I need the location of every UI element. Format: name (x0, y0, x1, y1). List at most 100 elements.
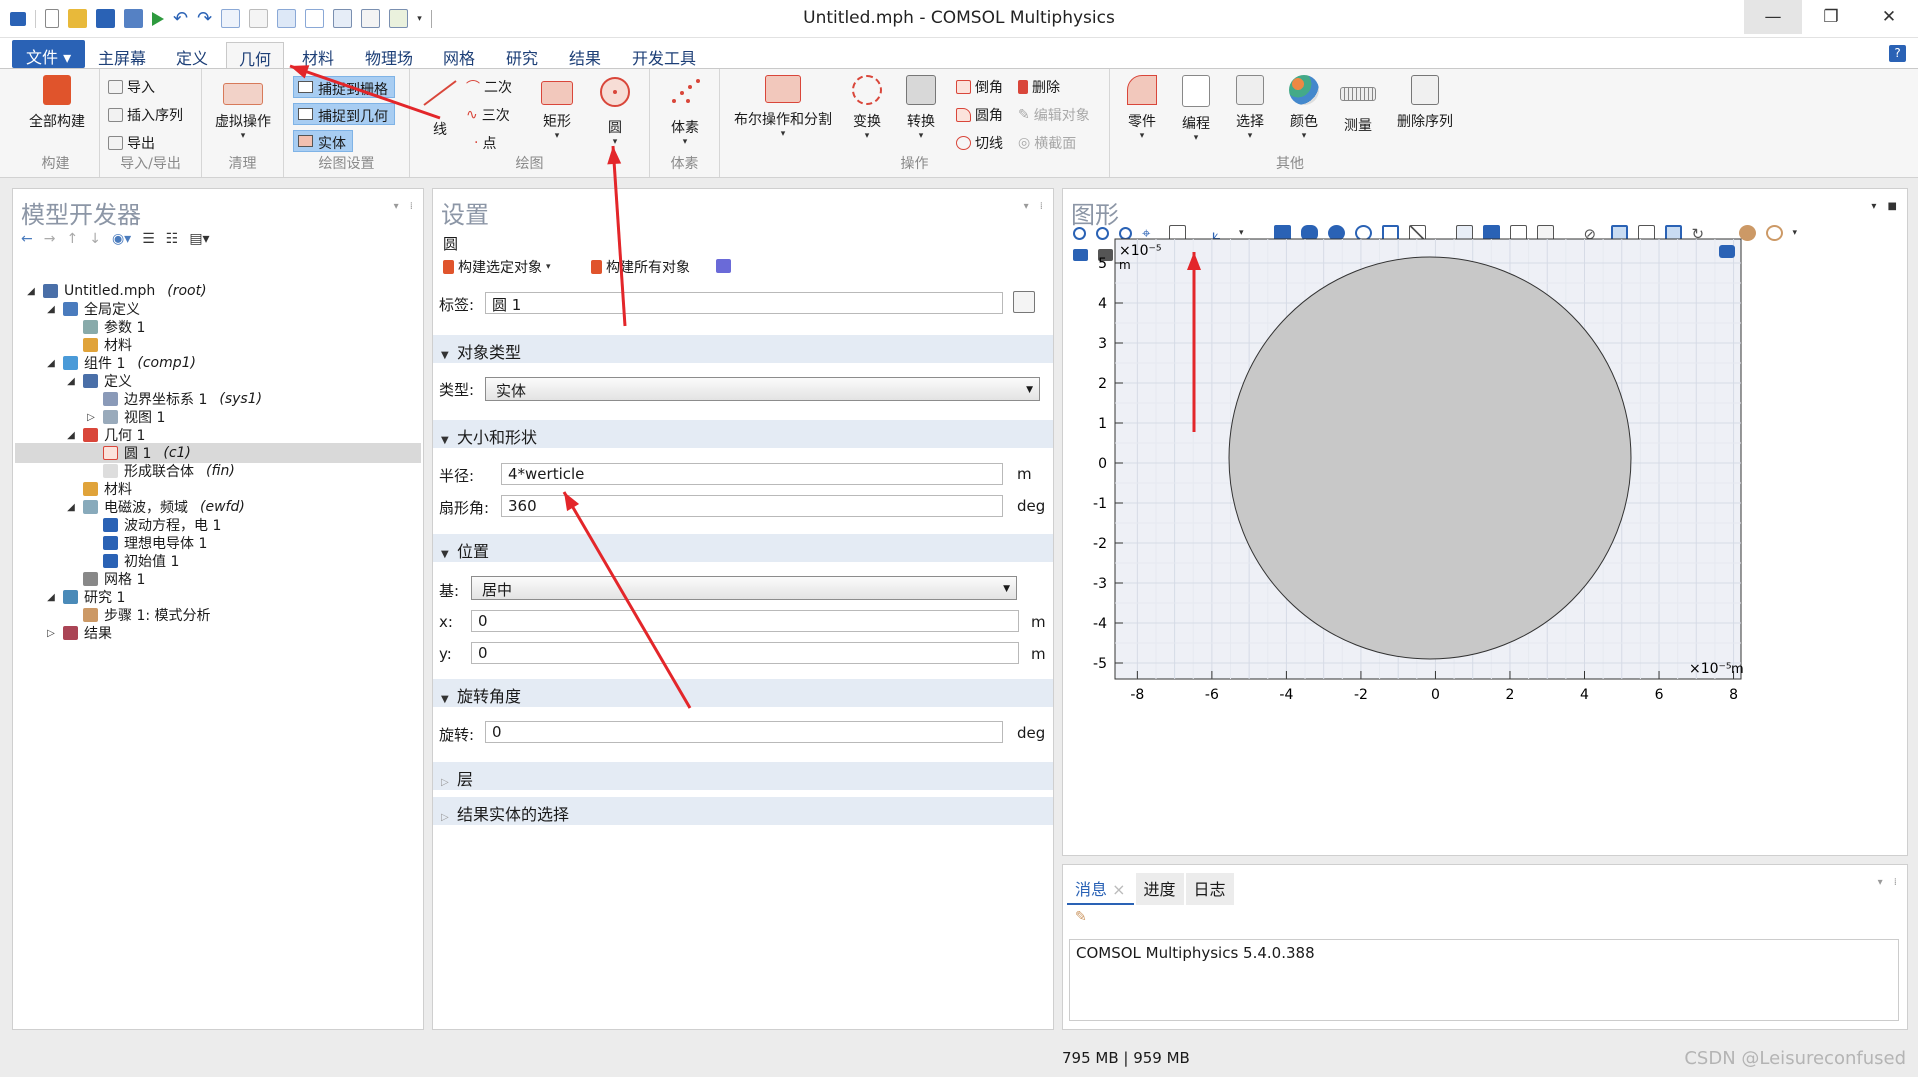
color-button[interactable]: 颜色 ▾ (1282, 75, 1326, 141)
snap-geometry-toggle[interactable]: 捕捉到几何 (293, 103, 395, 125)
rotation-input[interactable]: 0 (485, 721, 1003, 743)
programming-button[interactable]: 编程 ▾ (1174, 75, 1218, 143)
graphics-sync-icon[interactable] (716, 259, 731, 273)
fillet-button[interactable]: 圆角 (956, 105, 1003, 125)
import-button[interactable]: 导入 (108, 77, 155, 97)
section-object-type[interactable]: ▼ 对象类型 (433, 335, 1053, 363)
expander-icon[interactable]: ◢ (25, 286, 37, 297)
expander-icon[interactable]: ◢ (45, 304, 57, 315)
tab-geometry[interactable]: 几何 (226, 42, 285, 69)
forward-icon[interactable]: → (44, 231, 56, 247)
help-icon[interactable]: ? (1889, 45, 1906, 62)
chamfer-button[interactable]: 倒角 (956, 77, 1003, 97)
section-layers[interactable]: ▷ 层 (433, 762, 1053, 790)
expander-icon[interactable]: ◢ (65, 376, 77, 387)
tab-results[interactable]: 结果 (557, 42, 613, 68)
tree-node[interactable]: ◢ 几何 1 (65, 426, 145, 444)
type-select[interactable]: 实体 ▼ (485, 377, 1040, 401)
tree-node[interactable]: 网格 1 (65, 570, 145, 588)
tree-node[interactable]: ◢ 全局定义 (45, 300, 140, 318)
parts-button[interactable]: 零件 ▾ (1120, 75, 1164, 141)
graphics-canvas[interactable]: -8 -6 -4 -2 0 2 4 6 8 5 4 3 2 1 0 -1 -2 -3 -4 -5 ×10⁻⁵ m ×1… (1063, 229, 1909, 789)
base-select[interactable]: 居中 ▼ (471, 576, 1017, 600)
tree-node[interactable]: 理想电导体 1 (85, 534, 207, 552)
build-selected-button[interactable]: 构建选定对象 ▾ (443, 257, 551, 277)
tree-node[interactable]: ▷ 视图 1 (85, 408, 165, 426)
tab-messages[interactable]: 消息 × (1067, 873, 1134, 905)
tab-file[interactable]: 文件 ▾ (12, 40, 86, 68)
tree-node[interactable]: 步骤 1: 模式分析 (65, 606, 211, 624)
collapse-all-icon[interactable]: ☷ (166, 231, 179, 247)
boolean-button[interactable]: 布尔操作和分割 ▾ (728, 75, 838, 139)
clear-messages-icon[interactable]: ✎ (1075, 909, 1087, 925)
label-input[interactable]: 圆 1 (485, 292, 1003, 314)
tree-node[interactable]: ◢ 组件 1 (comp1) (45, 354, 196, 372)
expander-icon[interactable]: ◢ (65, 502, 77, 513)
cubic-button[interactable]: ∿ 三次 (466, 105, 510, 125)
messages-panel-menu-icon[interactable]: ▾ ⁞ (1878, 877, 1901, 888)
radius-input[interactable]: 4*werticle (501, 463, 1003, 485)
tab-log[interactable]: 日志 (1185, 873, 1234, 905)
move-up-icon[interactable]: ↑ (66, 231, 78, 247)
section-size-shape[interactable]: ▼ 大小和形状 (433, 420, 1053, 448)
sector-angle-input[interactable]: 360 (501, 495, 1003, 517)
tree-node[interactable]: 波动方程，电 1 (85, 516, 221, 534)
tree-node[interactable]: 形成联合体 (fin) (85, 462, 235, 480)
build-all-button[interactable]: 全部构建 (22, 75, 92, 131)
tree-node[interactable]: 初始值 1 (85, 552, 179, 570)
point-button[interactable]: · 点 (474, 133, 496, 153)
expand-all-icon[interactable]: ☰ (142, 231, 155, 247)
tree-node[interactable]: 圆 1 (c1) (85, 444, 191, 462)
show-icon[interactable]: ◉▾ (112, 231, 131, 247)
quadratic-button[interactable]: ⌒ 二次 (466, 77, 512, 97)
line-button[interactable]: 线 (420, 75, 460, 139)
tree-options-icon[interactable]: ▤▾ (189, 231, 209, 247)
tab-progress[interactable]: 进度 (1135, 873, 1184, 905)
tab-definitions[interactable]: 定义 (164, 42, 220, 68)
virtual-ops-button[interactable]: 虚拟操作 ▾ (208, 75, 278, 141)
tree-node[interactable]: 边界坐标系 1 (sys1) (85, 390, 262, 408)
close-button[interactable]: ✕ (1860, 0, 1918, 34)
section-position[interactable]: ▼ 位置 (433, 534, 1053, 562)
graphics-panel-menu-icon[interactable]: ▾ ■ (1871, 201, 1901, 212)
tree-node[interactable]: ◢ 定义 (65, 372, 132, 390)
expander-icon[interactable]: ▷ (85, 412, 97, 423)
circle-geometry[interactable] (1228, 256, 1632, 660)
tree-node[interactable]: ◢ 研究 1 (45, 588, 125, 606)
tab-physics[interactable]: 物理场 (353, 42, 425, 68)
rectangle-button[interactable]: 矩形 ▾ (532, 75, 582, 141)
view-cube-icon[interactable] (1719, 245, 1735, 258)
convert-button[interactable]: 转换 ▾ (896, 75, 946, 141)
tree-node[interactable]: ◢ Untitled.mph (root) (25, 282, 206, 300)
solid-toggle[interactable]: 实体 (293, 130, 353, 152)
snap-grid-toggle[interactable]: 捕捉到栅格 (293, 76, 395, 98)
delete-sequence-button[interactable]: 删除序列 (1390, 75, 1460, 131)
restore-button[interactable]: ❐ (1802, 0, 1860, 34)
move-down-icon[interactable]: ↓ (89, 231, 101, 247)
section-rotation[interactable]: ▼ 旋转角度 (433, 679, 1053, 707)
tree-node[interactable]: ▷ 结果 (45, 624, 112, 642)
tab-developer[interactable]: 开发工具 (620, 42, 708, 68)
build-all-objects-button[interactable]: 构建所有对象 (591, 257, 690, 277)
voxels-button[interactable]: 体素 ▾ (660, 75, 710, 147)
panel-menu-icon[interactable]: ▾ ⁞ (394, 201, 417, 212)
label-edit-icon[interactable] (1013, 291, 1035, 313)
tree-node[interactable]: 参数 1 (65, 318, 145, 336)
tab-materials[interactable]: 材料 (290, 42, 346, 68)
expander-icon[interactable]: ▷ (45, 628, 57, 639)
expander-icon[interactable]: ◢ (45, 592, 57, 603)
circle-button[interactable]: 圆 ▾ (590, 75, 640, 147)
tree-node[interactable]: 材料 (65, 336, 132, 354)
expander-icon[interactable]: ◢ (45, 358, 57, 369)
tangent-button[interactable]: 切线 (956, 133, 1003, 153)
minimize-button[interactable]: — (1744, 0, 1802, 34)
measure-button[interactable]: 测量 (1336, 75, 1380, 135)
close-icon[interactable]: × (1112, 880, 1125, 899)
insert-sequence-button[interactable]: 插入序列 (108, 105, 183, 125)
tree-node[interactable]: ◢ 电磁波，频域 (ewfd) (65, 498, 245, 516)
export-button[interactable]: 导出 (108, 133, 155, 153)
transform-button[interactable]: 变换 ▾ (842, 75, 892, 141)
tab-home[interactable]: 主屏幕 (86, 42, 158, 68)
edit-object-button[interactable]: ✎ 编辑对象 (1018, 105, 1090, 125)
back-icon[interactable]: ← (21, 231, 33, 247)
